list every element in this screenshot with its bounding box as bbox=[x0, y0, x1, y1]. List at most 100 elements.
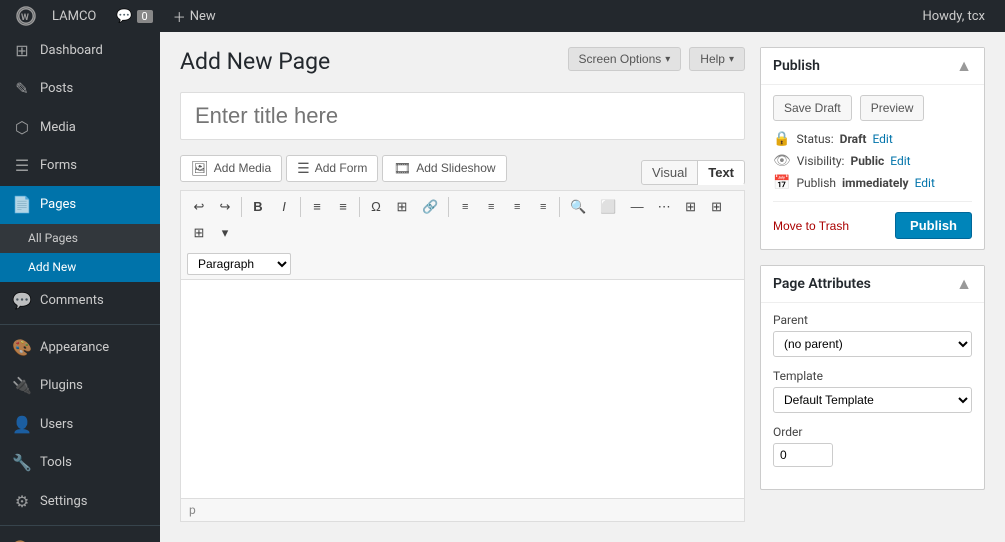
sidebar-item-comments[interactable]: 💬 Comments bbox=[0, 282, 160, 320]
preview-button[interactable]: Preview bbox=[860, 95, 925, 121]
page-attributes-title: Page Attributes bbox=[773, 276, 871, 292]
publish-edit-link[interactable]: Edit bbox=[915, 176, 935, 190]
search-replace-button[interactable]: 🔍 bbox=[564, 195, 592, 219]
italic-button[interactable]: I bbox=[272, 195, 296, 219]
appearance-icon: 🎨 bbox=[12, 337, 32, 359]
help-button[interactable]: Help bbox=[689, 47, 745, 71]
screen-options-button[interactable]: Screen Options bbox=[568, 47, 682, 71]
media-buttons: 🖼 Add Media ☰ Add Form 🎞 Add Slideshow bbox=[180, 155, 507, 182]
sidebar-item-label: Appearance bbox=[40, 339, 109, 357]
adminbar-site-name: LAMCO bbox=[52, 9, 96, 24]
header-buttons: Screen Options Help bbox=[568, 47, 745, 71]
table-icon-button[interactable]: ⊞ bbox=[390, 195, 414, 219]
align-right-button[interactable]: ≡ bbox=[505, 195, 529, 219]
redo-button[interactable]: ↪ bbox=[213, 195, 237, 219]
sidebar-item-dashboard[interactable]: ⊞ Dashboard bbox=[0, 32, 160, 70]
move-to-trash-button[interactable]: Move to Trash bbox=[773, 219, 849, 233]
sidebar-item-users[interactable]: 👤 Users bbox=[0, 406, 160, 444]
sidebar-item-theme-settings[interactable]: 🎨 Theme Settings bbox=[0, 530, 160, 542]
sidebar-item-media[interactable]: ⬡ Media bbox=[0, 109, 160, 147]
adminbar-site[interactable]: LAMCO bbox=[42, 0, 106, 32]
sidebar-item-settings[interactable]: ⚙ Settings bbox=[0, 483, 160, 521]
status-edit-link[interactable]: Edit bbox=[872, 132, 892, 146]
publish-box: Publish ▲ Save Draft Preview 🔒 Sta bbox=[760, 47, 985, 250]
publish-visibility: 👁 Visibility: Public Edit bbox=[773, 153, 972, 169]
adminbar-comments[interactable]: 💬 0 bbox=[106, 0, 162, 32]
template-select[interactable]: Default Template bbox=[773, 387, 972, 413]
publish-box-body: Save Draft Preview 🔒 Status: Draft Edit … bbox=[761, 85, 984, 249]
sidebar-item-plugins[interactable]: 🔌 Plugins bbox=[0, 367, 160, 405]
bold-button[interactable]: B bbox=[246, 195, 270, 219]
add-media-button[interactable]: 🖼 Add Media bbox=[180, 155, 282, 182]
users-icon: 👤 bbox=[12, 414, 32, 436]
adminbar-howdy: Howdy, tcx bbox=[912, 9, 995, 24]
publish-when-label: Publish bbox=[796, 176, 836, 190]
add-new-label: Add New bbox=[28, 259, 76, 276]
posts-icon: ✎ bbox=[12, 78, 32, 100]
editor-toolbar-2: ParagraphHeading 1Heading 2Heading 3Head… bbox=[180, 249, 745, 279]
ordered-list-button[interactable]: ≡ bbox=[331, 195, 355, 219]
theme-settings-icon: 🎨 bbox=[12, 538, 32, 542]
special-chars-button[interactable]: Ω bbox=[364, 195, 388, 219]
visibility-edit-link[interactable]: Edit bbox=[890, 154, 910, 168]
toolbar-sep bbox=[559, 197, 560, 217]
text-tab[interactable]: Text bbox=[698, 160, 745, 185]
template-row: Template Default Template bbox=[773, 369, 972, 413]
comment-icon: 💬 bbox=[116, 9, 132, 24]
visibility-value: Public bbox=[850, 154, 884, 168]
sidebar-item-posts[interactable]: ✎ Posts bbox=[0, 70, 160, 108]
sidebar-item-label: Plugins bbox=[40, 377, 83, 395]
sidebar-item-tools[interactable]: 🔧 Tools bbox=[0, 444, 160, 482]
view-tabs: Visual Text bbox=[641, 160, 745, 185]
page-attributes-box: Page Attributes ▲ Parent (no parent) Tem… bbox=[760, 265, 985, 490]
plus-icon: ＋ bbox=[173, 7, 186, 26]
sidebar-item-pages[interactable]: 📄 Pages bbox=[0, 186, 160, 224]
publish-button[interactable]: Publish bbox=[895, 212, 972, 239]
sidebar-item-label: Forms bbox=[40, 157, 77, 175]
image-button[interactable]: ⬜ bbox=[594, 195, 622, 219]
align-left-button[interactable]: ≡ bbox=[453, 195, 477, 219]
editor-footer: p bbox=[180, 499, 745, 522]
sidebar-item-label: Dashboard bbox=[40, 42, 103, 60]
publish-box-title: Publish bbox=[773, 58, 820, 74]
sidebar-item-appearance[interactable]: 🎨 Appearance bbox=[0, 329, 160, 367]
media-icon: ⬡ bbox=[12, 117, 32, 139]
admin-bar: W LAMCO 💬 0 ＋ New Howdy, tcx bbox=[0, 0, 1005, 32]
sidebar-item-add-new[interactable]: Add New bbox=[0, 253, 160, 282]
add-form-icon: ☰ bbox=[297, 160, 310, 177]
svg-text:W: W bbox=[21, 13, 29, 23]
publish-box-header[interactable]: Publish ▲ bbox=[761, 48, 984, 85]
more-button[interactable]: ⋯ bbox=[652, 195, 677, 219]
editor-body[interactable] bbox=[180, 279, 745, 499]
add-slideshow-button[interactable]: 🎞 Add Slideshow bbox=[382, 155, 506, 182]
sidebar-item-all-pages[interactable]: All Pages bbox=[0, 224, 160, 253]
undo-button[interactable]: ↩ bbox=[187, 195, 211, 219]
extra-button[interactable]: ▾ bbox=[213, 221, 237, 245]
align-center-button[interactable]: ≡ bbox=[479, 195, 503, 219]
save-draft-button[interactable]: Save Draft bbox=[773, 95, 852, 121]
hr-button[interactable]: — bbox=[625, 195, 650, 219]
adminbar-new[interactable]: ＋ New bbox=[163, 0, 226, 32]
align-justify-button[interactable]: ≡ bbox=[531, 195, 555, 219]
add-slideshow-icon: 🎞 bbox=[393, 160, 411, 177]
sidebar-item-label: Tools bbox=[40, 454, 72, 472]
link-button[interactable]: 🔗 bbox=[416, 195, 444, 219]
unordered-list-button[interactable]: ≡ bbox=[305, 195, 329, 219]
collapse-icon: ▲ bbox=[956, 56, 972, 76]
parent-select[interactable]: (no parent) bbox=[773, 331, 972, 357]
table-extra-button[interactable]: ⊞ bbox=[187, 221, 211, 245]
sidebar-item-label: Users bbox=[40, 416, 73, 434]
toolbar-sep bbox=[241, 197, 242, 217]
table-col-button[interactable]: ⊞ bbox=[705, 195, 729, 219]
order-input[interactable] bbox=[773, 443, 833, 467]
toolbar-sep bbox=[448, 197, 449, 217]
wp-logo[interactable]: W bbox=[10, 0, 42, 32]
page-attributes-header[interactable]: Page Attributes ▲ bbox=[761, 266, 984, 303]
table-row-button[interactable]: ⊞ bbox=[679, 195, 703, 219]
title-input[interactable] bbox=[180, 92, 745, 140]
sidebar-item-forms[interactable]: ☰ Forms bbox=[0, 147, 160, 185]
add-form-button[interactable]: ☰ Add Form bbox=[286, 155, 378, 182]
sidebar-sep2 bbox=[0, 525, 160, 526]
visual-tab[interactable]: Visual bbox=[641, 160, 698, 185]
paragraph-select[interactable]: ParagraphHeading 1Heading 2Heading 3Head… bbox=[187, 253, 291, 275]
